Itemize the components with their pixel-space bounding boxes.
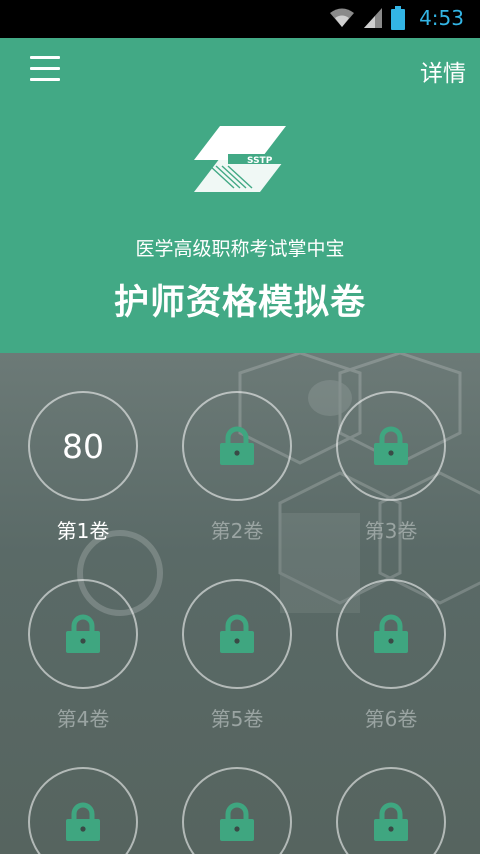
paper-label: 第3卷 <box>364 519 418 543</box>
paper-label: 第4卷 <box>56 707 110 731</box>
paper-item[interactable]: 第2卷 <box>180 391 294 544</box>
paper-circle[interactable]: 80 <box>28 391 138 501</box>
sstp-logo: SSTP <box>194 126 286 192</box>
detail-button[interactable]: 详情 <box>420 54 466 88</box>
header-banner: 详情 SSTP 医学高级职称考试掌中宝 护师资格模拟卷 <box>0 38 480 353</box>
menu-button[interactable] <box>30 56 60 82</box>
paper-item[interactable] <box>180 767 294 854</box>
paper-score: 80 <box>62 426 104 466</box>
paper-circle[interactable] <box>28 767 138 854</box>
page-title: 护师资格模拟卷 <box>113 282 366 323</box>
lock-icon <box>374 426 408 465</box>
paper-label: 第6卷 <box>364 707 418 731</box>
lock-icon <box>220 426 254 465</box>
wifi-icon <box>330 8 355 27</box>
app-subtitle: 医学高级职称考试掌中宝 <box>135 238 345 260</box>
clock: 4:53 <box>419 6 464 30</box>
paper-circle[interactable] <box>336 579 446 689</box>
paper-circle[interactable] <box>336 767 446 854</box>
paper-circle[interactable] <box>182 391 292 501</box>
paper-circle[interactable] <box>28 579 138 689</box>
paper-item[interactable]: 第3卷 <box>334 391 448 544</box>
lock-icon <box>220 802 254 841</box>
battery-icon <box>391 6 406 30</box>
paper-label: 第2卷 <box>210 519 264 543</box>
paper-circle[interactable] <box>182 579 292 689</box>
lock-icon <box>66 802 100 841</box>
lock-icon <box>220 614 254 653</box>
paper-label: 第5卷 <box>210 707 264 731</box>
signal-icon <box>364 8 383 28</box>
paper-label: 第1卷 <box>56 519 110 543</box>
svg-text:SSTP: SSTP <box>247 156 273 166</box>
paper-circle[interactable] <box>182 767 292 854</box>
paper-item[interactable]: 第6卷 <box>334 579 448 732</box>
lock-icon <box>66 614 100 653</box>
lock-icon <box>374 802 408 841</box>
paper-grid-area: 80 第1卷 第2卷 第3卷第4卷 第5卷 第6卷 <box>0 353 480 854</box>
status-bar: 4:53 <box>0 0 480 38</box>
lock-icon <box>374 614 408 653</box>
menu-icon <box>30 56 60 59</box>
paper-item[interactable] <box>26 767 140 854</box>
paper-item[interactable]: 80 第1卷 <box>26 391 140 544</box>
paper-item[interactable]: 第4卷 <box>26 579 140 732</box>
paper-circle[interactable] <box>336 391 446 501</box>
paper-item[interactable]: 第5卷 <box>180 579 294 732</box>
paper-item[interactable] <box>334 767 448 854</box>
